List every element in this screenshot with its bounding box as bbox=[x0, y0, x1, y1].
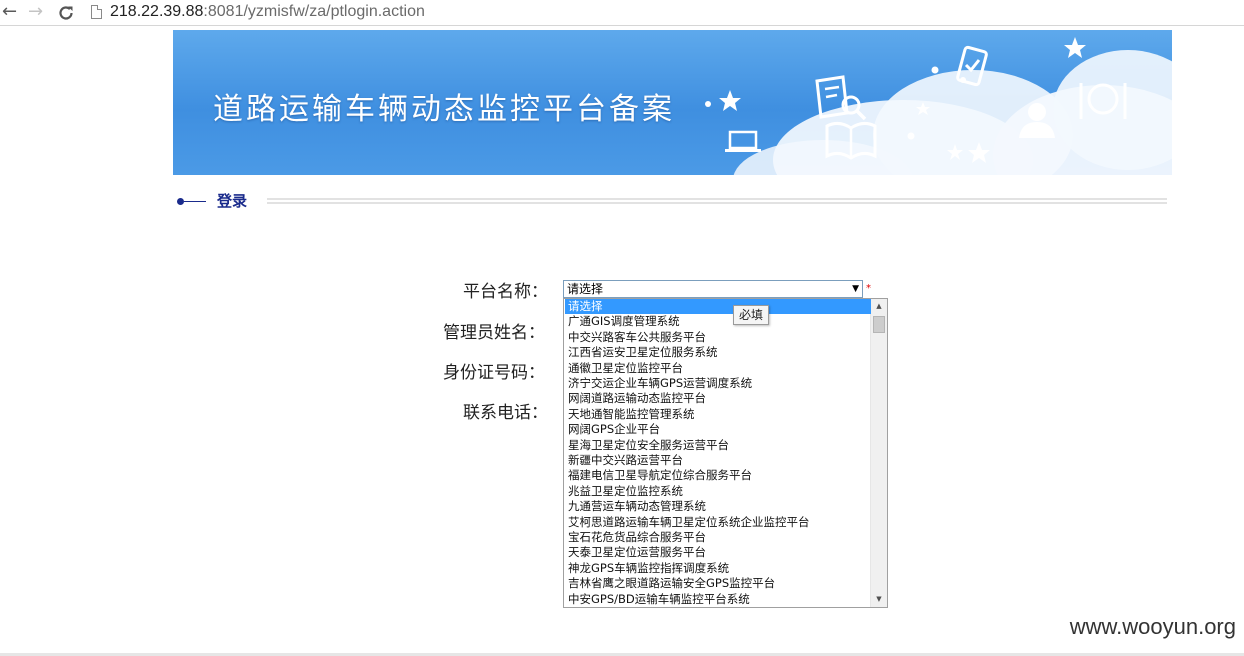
dropdown-option[interactable]: 网阔GPS企业平台 bbox=[565, 422, 871, 437]
dropdown-option[interactable]: 宝石花危货品综合服务平台 bbox=[565, 530, 871, 545]
scroll-up-icon[interactable]: ▲ bbox=[871, 299, 887, 314]
dropdown-option[interactable]: 济宁交运企业车辆GPS运营调度系统 bbox=[565, 376, 871, 391]
dropdown-option[interactable]: 星海卫星定位安全服务运营平台 bbox=[565, 438, 871, 453]
reload-icon[interactable] bbox=[57, 0, 75, 26]
document-icon bbox=[91, 5, 102, 19]
arrow-right-icon[interactable]: → bbox=[28, 0, 43, 26]
url-field[interactable]: 218.22.39.88:8081/yzmisfw/za/ptlogin.act… bbox=[110, 2, 425, 22]
dropdown-option[interactable]: 神龙GPS车辆监控指挥调度系统 bbox=[565, 561, 871, 576]
login-section-header: 登录 bbox=[173, 188, 1172, 214]
arrow-left-icon[interactable]: ← bbox=[2, 0, 17, 26]
dropdown-option[interactable]: 通徽卫星定位监控平台 bbox=[565, 361, 871, 376]
required-mark: * bbox=[866, 283, 871, 294]
dropdown-option[interactable]: 吉林省鹰之眼道路运输安全GPS监控平台 bbox=[565, 576, 871, 591]
platform-name-label: 平台名称： bbox=[463, 282, 548, 302]
platform-select-value: 请选择 bbox=[567, 282, 604, 296]
section-title: 登录 bbox=[217, 192, 248, 210]
divider bbox=[267, 198, 1167, 204]
dropdown-option[interactable]: 江西省运安卫星定位服务系统 bbox=[565, 345, 871, 360]
browser-toolbar: ← → 218.22.39.88:8081/yzmisfw/za/ptlogin… bbox=[0, 0, 1244, 26]
dropdown-option[interactable]: 新疆中交兴路运营平台 bbox=[565, 453, 871, 468]
dropdown-option[interactable]: 请选择 bbox=[565, 299, 871, 314]
star-icon bbox=[705, 90, 741, 111]
banner-title: 道路运输车辆动态监控平台备案 bbox=[213, 92, 675, 127]
book-icon bbox=[825, 121, 877, 160]
required-tooltip: 必填 bbox=[733, 305, 769, 325]
dropdown-option[interactable]: 天地通智能监控管理系统 bbox=[565, 407, 871, 422]
admin-name-label: 管理员姓名： bbox=[443, 323, 545, 343]
scrollbar-thumb[interactable] bbox=[873, 316, 885, 333]
dropdown-scrollbar[interactable]: ▲ ▼ bbox=[870, 299, 887, 607]
phone-label: 联系电话： bbox=[463, 403, 548, 423]
dining-icon bbox=[1079, 83, 1127, 119]
platform-select[interactable]: 请选择 ▼ bbox=[563, 280, 863, 298]
dropdown-option[interactable]: 九通营运车辆动态管理系统 bbox=[565, 499, 871, 514]
user-icon bbox=[1019, 103, 1055, 138]
dropdown-option[interactable]: 兆益卫星定位监控系统 bbox=[565, 484, 871, 499]
dropdown-option[interactable]: 福建电信卫星导航定位综合服务平台 bbox=[565, 468, 871, 483]
header-banner: 道路运输车辆动态监控平台备案 bbox=[173, 30, 1172, 175]
platform-dropdown-list[interactable]: ▲ ▼ 请选择 广通GIS调度管理系统 中交兴路客车公共服务平台 江西省运安卫星定位服… bbox=[563, 298, 888, 608]
id-number-label: 身份证号码： bbox=[443, 363, 545, 383]
chevron-down-icon[interactable]: ▼ bbox=[852, 281, 859, 297]
dropdown-option[interactable]: 艾柯思道路运输车辆卫星定位系统企业监控平台 bbox=[565, 515, 871, 530]
dropdown-option[interactable]: 中交兴路客车公共服务平台 bbox=[565, 330, 871, 345]
divider bbox=[184, 201, 206, 202]
watermark: www.wooyun.org bbox=[1069, 614, 1236, 639]
decor-dots bbox=[907, 66, 966, 140]
dropdown-option[interactable]: 中安GPS/BD运输车辆监控平台系统 bbox=[565, 592, 871, 607]
laptop-icon bbox=[725, 130, 761, 152]
dropdown-option[interactable]: 天泰卫星定位运营服务平台 bbox=[565, 545, 871, 560]
star-icon bbox=[1064, 37, 1086, 58]
scroll-down-icon[interactable]: ▼ bbox=[871, 592, 887, 607]
url-path: :8081/yzmisfw/za/ptlogin.action bbox=[203, 3, 425, 20]
url-host: 218.22.39.88 bbox=[110, 3, 204, 20]
bullet-icon bbox=[177, 198, 184, 205]
dropdown-option[interactable]: 网阔道路运输动态监控平台 bbox=[565, 391, 871, 406]
dropdown-option[interactable]: 广通GIS调度管理系统 bbox=[565, 314, 871, 329]
